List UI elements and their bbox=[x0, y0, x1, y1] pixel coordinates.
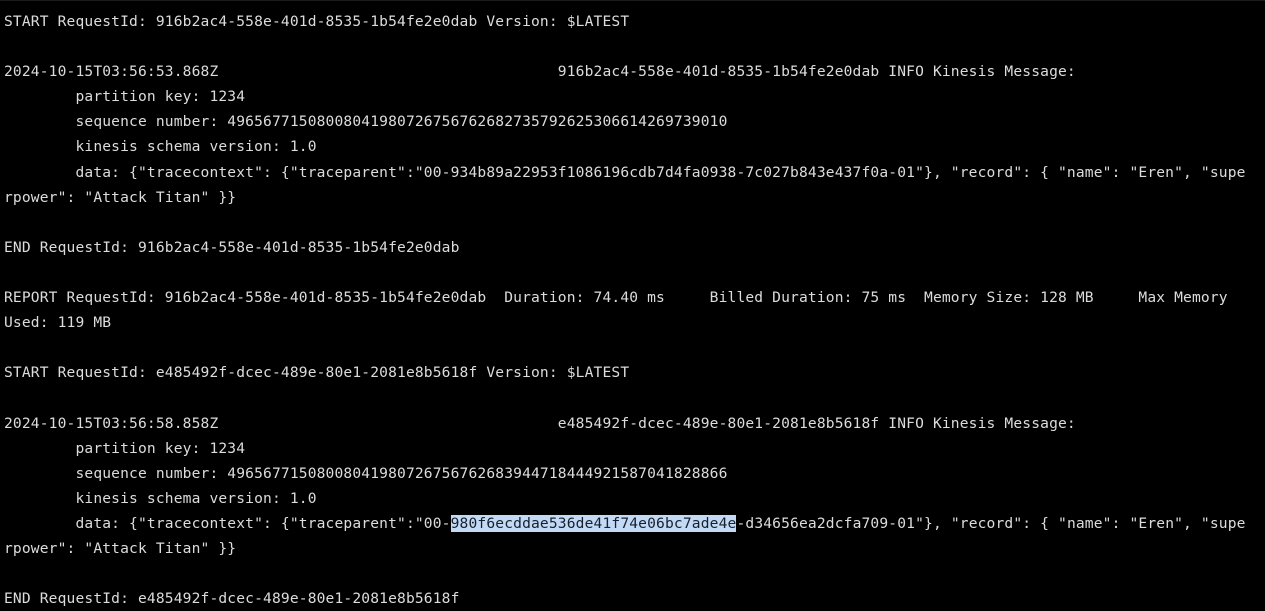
log-output-body[interactable]: START RequestId: 916b2ac4-558e-401d-8535… bbox=[4, 9, 1265, 611]
log-line[interactable]: kinesis schema version: 1.0 bbox=[4, 486, 1265, 511]
log-line-blank bbox=[4, 260, 1265, 285]
log-line-blank bbox=[4, 385, 1265, 410]
log-line[interactable]: partition key: 1234 bbox=[4, 436, 1265, 461]
log-line[interactable]: rpower": "Attack Titan" }} bbox=[4, 536, 1265, 561]
log-line[interactable]: data: {"tracecontext": {"traceparent":"0… bbox=[4, 160, 1265, 185]
log-line[interactable]: END RequestId: e485492f-dcec-489e-80e1-2… bbox=[4, 586, 1265, 611]
log-line-blank bbox=[4, 335, 1265, 360]
log-line[interactable]: sequence number: 49656771508008041980726… bbox=[4, 461, 1265, 486]
log-line[interactable]: partition key: 1234 bbox=[4, 84, 1265, 109]
log-line[interactable]: Used: 119 MB bbox=[4, 310, 1265, 335]
log-line[interactable]: START RequestId: e485492f-dcec-489e-80e1… bbox=[4, 360, 1265, 385]
terminal-top-edge bbox=[0, 0, 1265, 1]
log-line-blank bbox=[4, 34, 1265, 59]
log-line-blank bbox=[4, 210, 1265, 235]
log-line-blank bbox=[4, 561, 1265, 586]
log-line[interactable]: END RequestId: 916b2ac4-558e-401d-8535-1… bbox=[4, 235, 1265, 260]
log-line[interactable]: START RequestId: 916b2ac4-558e-401d-8535… bbox=[4, 9, 1265, 34]
log-line[interactable]: data: {"tracecontext": {"traceparent":"0… bbox=[4, 511, 1265, 536]
log-line-text: data: {"tracecontext": {"traceparent":"0… bbox=[4, 514, 451, 532]
selected-text-highlight[interactable]: 980f6ecddae536de41f74e06bc7ade4e bbox=[450, 514, 737, 532]
terminal-log-viewer[interactable]: START RequestId: 916b2ac4-558e-401d-8535… bbox=[0, 0, 1265, 607]
log-line[interactable]: 2024-10-15T03:56:53.868Z 916b2ac4-558e-4… bbox=[4, 59, 1265, 84]
log-line[interactable]: REPORT RequestId: 916b2ac4-558e-401d-853… bbox=[4, 285, 1265, 310]
log-line[interactable]: kinesis schema version: 1.0 bbox=[4, 134, 1265, 159]
log-line-text: -d34656ea2dcfa709-01"}, "record": { "nam… bbox=[736, 514, 1246, 532]
log-line[interactable]: rpower": "Attack Titan" }} bbox=[4, 185, 1265, 210]
log-line[interactable]: sequence number: 49656771508008041980726… bbox=[4, 109, 1265, 134]
log-line[interactable]: 2024-10-15T03:56:58.858Z e485492f-dcec-4… bbox=[4, 411, 1265, 436]
